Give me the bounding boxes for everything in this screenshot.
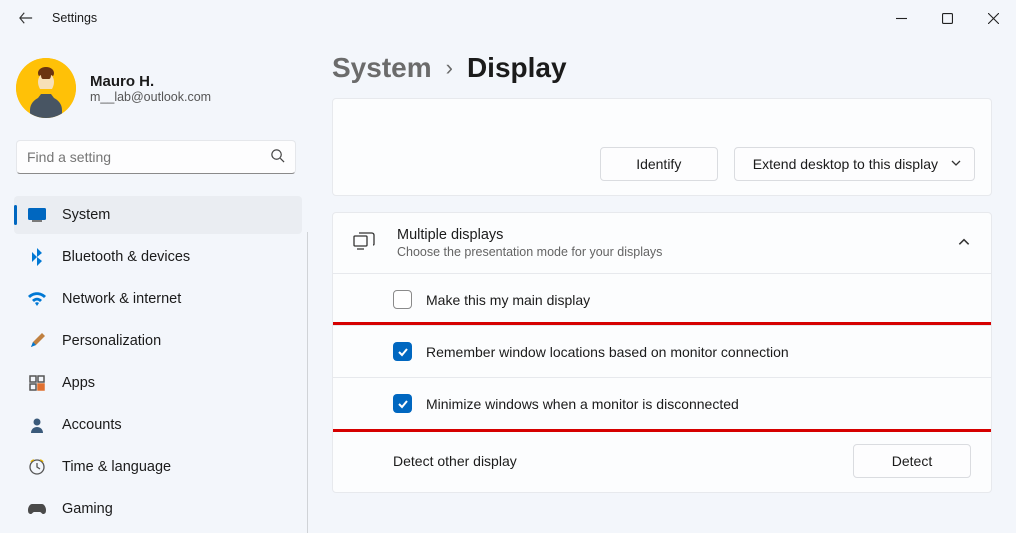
brush-icon [28, 332, 46, 350]
apps-icon [28, 374, 46, 392]
close-button[interactable] [970, 2, 1016, 34]
multiple-displays-header[interactable]: Multiple displays Choose the presentatio… [333, 213, 991, 273]
search-icon [270, 148, 285, 166]
back-button[interactable] [18, 10, 34, 26]
detect-button[interactable]: Detect [853, 444, 971, 478]
breadcrumb-parent[interactable]: System [332, 52, 432, 84]
profile-email: m__lab@outlook.com [90, 90, 211, 104]
detect-display-row: Detect other display Detect [333, 429, 991, 492]
displays-icon [353, 232, 375, 254]
identify-button[interactable]: Identify [600, 147, 718, 181]
minimize-disconnect-row[interactable]: Minimize windows when a monitor is disco… [333, 377, 991, 429]
sidebar-item-label: Network & internet [62, 291, 181, 307]
bluetooth-icon [28, 248, 46, 266]
sidebar-item-label: Accounts [62, 417, 122, 433]
search-input[interactable] [27, 149, 270, 165]
sidebar-item-network[interactable]: Network & internet [14, 280, 302, 318]
sidebar: Mauro H. m__lab@outlook.com System Bluet… [0, 36, 308, 533]
sidebar-item-label: Gaming [62, 501, 113, 517]
sidebar-item-apps[interactable]: Apps [14, 364, 302, 402]
display-arrangement-panel: Identify Extend desktop to this display [332, 98, 992, 196]
sidebar-item-label: Bluetooth & devices [62, 249, 190, 265]
titlebar: Settings [0, 0, 1016, 36]
sidebar-item-personalization[interactable]: Personalization [14, 322, 302, 360]
search-box[interactable] [16, 140, 296, 174]
minimize-button[interactable] [878, 2, 924, 34]
sidebar-item-label: System [62, 207, 110, 223]
sidebar-item-system[interactable]: System [14, 196, 302, 234]
system-icon [28, 206, 46, 224]
sidebar-item-bluetooth[interactable]: Bluetooth & devices [14, 238, 302, 276]
chevron-right-icon: › [446, 55, 453, 81]
chevron-up-icon [957, 235, 971, 252]
main-display-checkbox[interactable] [393, 290, 412, 309]
dropdown-label: Extend desktop to this display [753, 156, 938, 172]
remember-locations-checkbox[interactable] [393, 342, 412, 361]
sidebar-divider [307, 232, 308, 533]
sidebar-item-label: Personalization [62, 333, 161, 349]
maximize-button[interactable] [924, 2, 970, 34]
presentation-mode-dropdown[interactable]: Extend desktop to this display [734, 147, 975, 181]
sidebar-item-time-language[interactable]: Time & language [14, 448, 302, 486]
card-subtitle: Choose the presentation mode for your di… [397, 245, 935, 259]
minimize-disconnect-checkbox[interactable] [393, 394, 412, 413]
sidebar-item-label: Apps [62, 375, 95, 391]
sidebar-item-gaming[interactable]: Gaming [14, 490, 302, 528]
window-title: Settings [52, 11, 97, 25]
main-content: System › Display Identify Extend desktop… [308, 36, 1016, 533]
sidebar-item-label: Time & language [62, 459, 171, 475]
breadcrumb: System › Display [332, 52, 992, 84]
row-label: Minimize windows when a monitor is disco… [426, 396, 739, 412]
person-icon [28, 416, 46, 434]
profile-block[interactable]: Mauro H. m__lab@outlook.com [14, 58, 302, 140]
card-title: Multiple displays [397, 227, 935, 243]
row-label: Detect other display [393, 453, 517, 469]
avatar [16, 58, 76, 118]
remember-locations-row[interactable]: Remember window locations based on monit… [333, 325, 991, 377]
main-display-row[interactable]: Make this my main display [333, 273, 991, 325]
profile-name: Mauro H. [90, 73, 211, 90]
multiple-displays-card: Multiple displays Choose the presentatio… [332, 212, 992, 493]
row-label: Remember window locations based on monit… [426, 344, 789, 360]
nav-list: System Bluetooth & devices Network & int… [14, 196, 302, 528]
chevron-down-icon [950, 156, 962, 172]
row-label: Make this my main display [426, 292, 590, 308]
game-icon [28, 500, 46, 518]
clock-icon [28, 458, 46, 476]
sidebar-item-accounts[interactable]: Accounts [14, 406, 302, 444]
wifi-icon [28, 290, 46, 308]
breadcrumb-leaf: Display [467, 52, 567, 84]
